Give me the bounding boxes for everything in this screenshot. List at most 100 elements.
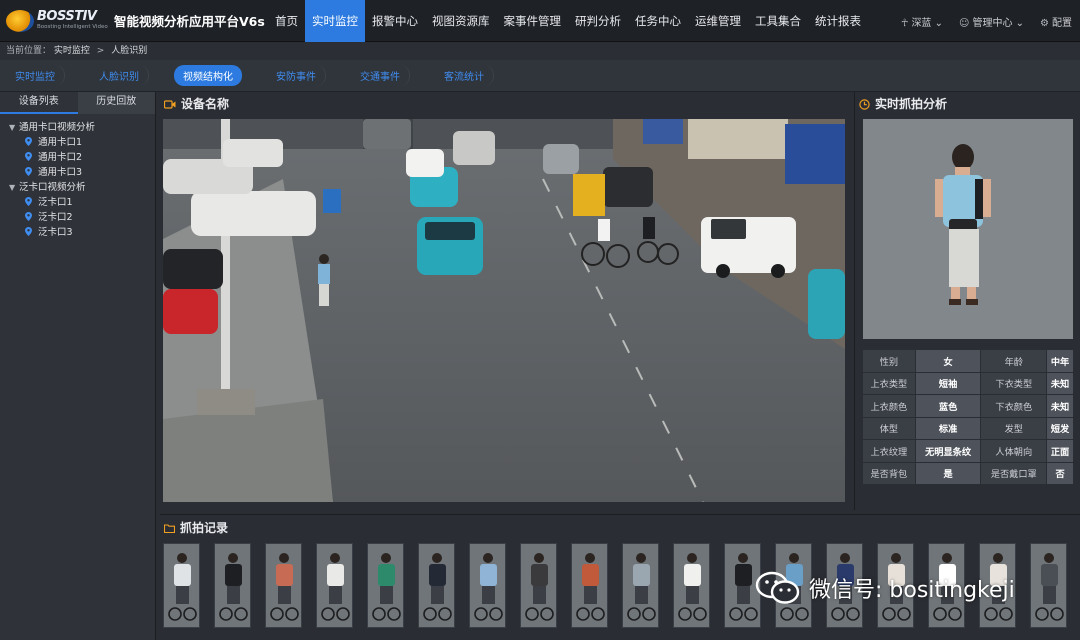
video-camera-icon (164, 99, 176, 109)
location-pin-icon (25, 152, 32, 161)
main-nav: 首页 实时监控 报警中心 视图资源库 案事件管理 研判分析 任务中心 运维管理 … (268, 0, 868, 42)
attribute-label: 发型 (981, 417, 1047, 439)
capture-thumbnail[interactable] (163, 543, 200, 628)
capture-panel-title: 实时抓拍分析 (875, 97, 948, 111)
person-snapshot[interactable] (863, 119, 1073, 339)
attribute-label: 上衣颜色 (863, 395, 915, 417)
logo-tagline: Boosting Intelligent Video (37, 24, 108, 31)
attribute-value: 正面 (1047, 440, 1073, 462)
subtab-security-events[interactable]: 安防事件 (267, 65, 326, 86)
attribute-value: 否 (1047, 462, 1073, 484)
live-video-feed[interactable] (163, 119, 845, 502)
sidebar: 设备列表 历史回放 ▼ 通用卡口视频分析 通用卡口1 通用卡口2 通用卡口3 ▼ 泛… (0, 92, 156, 640)
person-snapshot-image (863, 119, 1073, 339)
nav-home[interactable]: 首页 (268, 0, 305, 42)
nav-task-center[interactable]: 任务中心 (628, 0, 688, 42)
settings-button[interactable]: ⚙ 配置 (1040, 14, 1072, 29)
logo-mark-icon (6, 9, 34, 32)
folder-icon (164, 523, 175, 533)
user-menu[interactable]: ☺ 管理中心 ⌄ (959, 14, 1024, 29)
capture-analysis-panel: 实时抓拍分析 性别女年龄 中年 上衣类型 短袖 下衣类型 未知 上衣颜色 蓝色 下衣颜色 未知 体型… (854, 92, 1080, 510)
tree-item-device[interactable]: 泛卡口2 (0, 210, 155, 225)
location-pin-icon (25, 197, 32, 206)
video-panel-title: 设备名称 (181, 97, 230, 111)
device-tree: ▼ 通用卡口视频分析 通用卡口1 通用卡口2 通用卡口3 ▼ 泛卡口视频分析 泛卡口… (0, 114, 155, 240)
tree-item-device[interactable]: 泛卡口1 (0, 195, 155, 210)
capture-thumbnail[interactable] (214, 543, 251, 628)
shirt-icon: ☥ (900, 17, 909, 29)
attribute-value: 标准 (915, 417, 981, 439)
attribute-label: 上衣类型 (863, 372, 915, 394)
capture-thumbnail[interactable] (622, 543, 659, 628)
subtab-live-monitor[interactable]: 实时监控 (6, 65, 65, 86)
nav-case-management[interactable]: 案事件管理 (497, 0, 569, 42)
logo[interactable]: BOSSTIV Boosting Intelligent Video (0, 0, 108, 42)
capture-thumbnail[interactable] (265, 543, 302, 628)
breadcrumb-level-1[interactable]: 实时监控 (54, 46, 90, 56)
nav-view-library[interactable]: 视图资源库 (425, 0, 497, 42)
sub-nav: 实时监控 人脸识别 视频结构化 安防事件 交通事件 客流统计 (0, 60, 1080, 92)
tree-item-device[interactable]: 泛卡口3 (0, 225, 155, 240)
watermark-text: 微信号: bositingkeji (809, 578, 1015, 603)
app-title: 智能视频分析应用平台V6s (114, 14, 265, 29)
subtab-passenger-stats[interactable]: 客流统计 (435, 65, 494, 86)
subtab-face-recognition[interactable]: 人脸识别 (90, 65, 149, 86)
capture-thumbnail[interactable] (469, 543, 506, 628)
attribute-label: 是否背包 (863, 462, 915, 484)
attribute-value: 女 (915, 350, 981, 372)
caret-down-icon: ▼ (9, 183, 16, 192)
attribute-value: 是 (915, 462, 981, 484)
capture-thumbnail[interactable] (520, 543, 557, 628)
attribute-label: 人体朝向 (981, 440, 1047, 462)
nav-live-monitor[interactable]: 实时监控 (305, 0, 365, 42)
nav-analysis[interactable]: 研判分析 (568, 0, 628, 42)
attribute-row: 上衣颜色 蓝色 下衣颜色 未知 (863, 395, 1073, 417)
nav-alarm-center[interactable]: 报警中心 (365, 0, 425, 42)
attribute-row: 上衣纹理 无明显条纹 人体朝向 正面 (863, 440, 1073, 462)
attribute-row: 性别女年龄 中年 (863, 350, 1073, 372)
user-icon: ☺ (959, 17, 970, 29)
top-bar: BOSSTIV Boosting Intelligent Video 智能视频分… (0, 0, 1080, 42)
capture-thumbnail[interactable] (418, 543, 455, 628)
capture-thumbnail[interactable] (571, 543, 608, 628)
logo-brand: BOSSTIV (37, 9, 97, 25)
attribute-label: 上衣纹理 (863, 440, 915, 462)
capture-thumbnail[interactable] (316, 543, 353, 628)
attribute-row: 是否背包是是否戴口罩否 (863, 462, 1073, 484)
wechat-icon (755, 571, 800, 604)
records-title: 抓拍记录 (180, 521, 229, 535)
street-scene-image (163, 119, 845, 502)
gear-icon: ⚙ (1040, 17, 1049, 29)
attribute-value: 未知 (1047, 395, 1073, 417)
tree-group-general-checkpoint[interactable]: ▼ 通用卡口视频分析 (0, 120, 155, 135)
nav-reports[interactable]: 统计报表 (808, 0, 868, 42)
subtab-video-structuring[interactable]: 视频结构化 (174, 65, 242, 86)
location-pin-icon (25, 227, 32, 236)
capture-thumbnail[interactable] (367, 543, 404, 628)
theme-switcher[interactable]: ☥ 深蓝 ⌄ (901, 14, 943, 29)
attribute-label: 性别 (863, 350, 915, 372)
subtab-traffic-events[interactable]: 交通事件 (351, 65, 410, 86)
attribute-table: 性别女年龄 中年 上衣类型 短袖 下衣类型 未知 上衣颜色 蓝色 下衣颜色 未知 体型 标准 发型 短发上… (862, 349, 1074, 485)
location-pin-icon (25, 137, 32, 146)
nav-tools[interactable]: 工具集合 (748, 0, 808, 42)
tab-device-list[interactable]: 设备列表 (0, 92, 78, 114)
nav-operations[interactable]: 运维管理 (688, 0, 748, 42)
attribute-value: 未知 (1047, 372, 1073, 394)
capture-thumbnail[interactable] (673, 543, 710, 628)
attribute-label: 年龄 (981, 350, 1047, 372)
tree-group-pan-checkpoint[interactable]: ▼ 泛卡口视频分析 (0, 180, 155, 195)
attribute-value: 蓝色 (915, 395, 981, 417)
tree-item-device[interactable]: 通用卡口3 (0, 165, 155, 180)
attribute-label: 下衣颜色 (981, 395, 1047, 417)
attribute-value: 短发 (1047, 417, 1073, 439)
attribute-value: 中年 (1047, 350, 1073, 372)
tab-history-playback[interactable]: 历史回放 (77, 92, 155, 114)
tree-item-device[interactable]: 通用卡口1 (0, 135, 155, 150)
attribute-value: 无明显条纹 (915, 440, 981, 462)
capture-thumbnail[interactable] (1030, 543, 1067, 628)
clock-icon (859, 98, 870, 110)
tree-item-device[interactable]: 通用卡口2 (0, 150, 155, 165)
attribute-label: 体型 (863, 417, 915, 439)
attribute-row: 上衣类型 短袖 下衣类型 未知 (863, 372, 1073, 394)
